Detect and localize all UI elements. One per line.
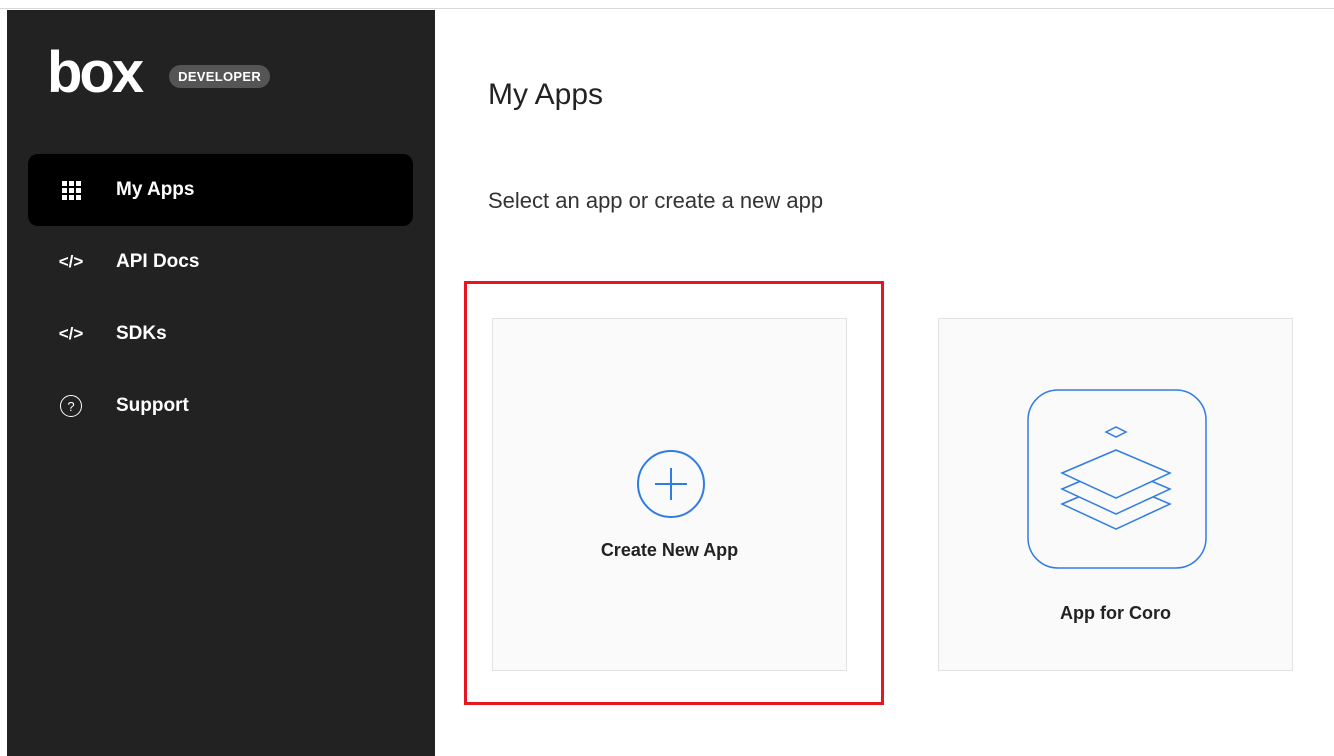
page-subtitle: Select an app or create a new app [488,188,824,213]
top-border [0,0,1334,9]
app-card[interactable]: App for Coro [938,318,1293,671]
sidebar: box DEVELOPER My Apps </> API Docs </> S… [7,10,435,756]
sidebar-item-my-apps[interactable]: My Apps [28,154,413,226]
developer-badge: DEVELOPER [169,64,271,88]
page: box DEVELOPER My Apps </> API Docs </> S… [0,0,1334,756]
page-title: My Apps [488,78,604,111]
layers-icon [1027,389,1207,569]
sidebar-item-label: My Apps [116,179,195,200]
grid-icon [51,180,91,200]
box-developer-logo[interactable]: box DEVELOPER [47,40,271,105]
sidebar-item-label: API Docs [116,251,200,272]
sidebar-item-label: Support [116,395,189,416]
sidebar-item-sdks[interactable]: </> SDKs [28,298,413,370]
plus-circle-icon [637,450,705,518]
help-circle-icon: ? [51,395,91,417]
card-label: Create New App [600,540,739,560]
sidebar-item-api-docs[interactable]: </> API Docs [28,226,413,298]
code-icon: </> [58,252,84,271]
sidebar-item-support[interactable]: ? Support [28,370,413,442]
card-label: App for Coro [1060,603,1171,623]
create-new-app-card[interactable]: Create New App [492,318,847,671]
sidebar-item-label: SDKs [116,323,167,344]
box-logo: box [47,40,144,105]
sidebar-nav: My Apps </> API Docs </> SDKs ? Support [28,154,413,442]
code-icon: </> [58,324,84,343]
